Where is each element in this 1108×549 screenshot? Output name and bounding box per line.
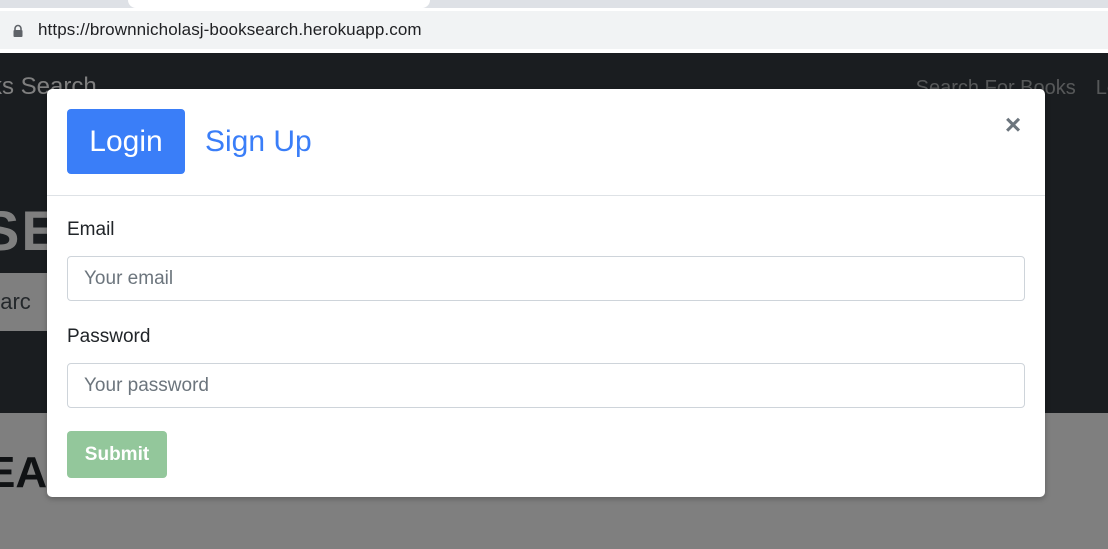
lock-icon[interactable] (11, 24, 25, 38)
url-text[interactable]: https://brownnicholasj-booksearch.heroku… (38, 20, 422, 40)
password-field[interactable] (67, 363, 1025, 408)
browser-tab-strip (0, 0, 1108, 8)
address-field[interactable]: https://brownnicholasj-booksearch.heroku… (0, 11, 1108, 49)
browser-viewport: https://brownnicholasj-booksearch.heroku… (0, 0, 1108, 549)
browser-tab-active[interactable] (128, 0, 430, 8)
modal-header: Login Sign Up × (47, 89, 1045, 196)
submit-button[interactable]: Submit (67, 431, 167, 478)
email-label: Email (67, 219, 115, 240)
close-icon[interactable]: × (1001, 111, 1025, 139)
password-label: Password (67, 326, 151, 347)
browser-address-bar: https://brownnicholasj-booksearch.heroku… (0, 8, 1108, 53)
email-field[interactable] (67, 256, 1025, 301)
tab-signup[interactable]: Sign Up (205, 109, 312, 174)
login-modal: Login Sign Up × Email Password Submit (47, 89, 1045, 497)
tab-login[interactable]: Login (67, 109, 185, 174)
